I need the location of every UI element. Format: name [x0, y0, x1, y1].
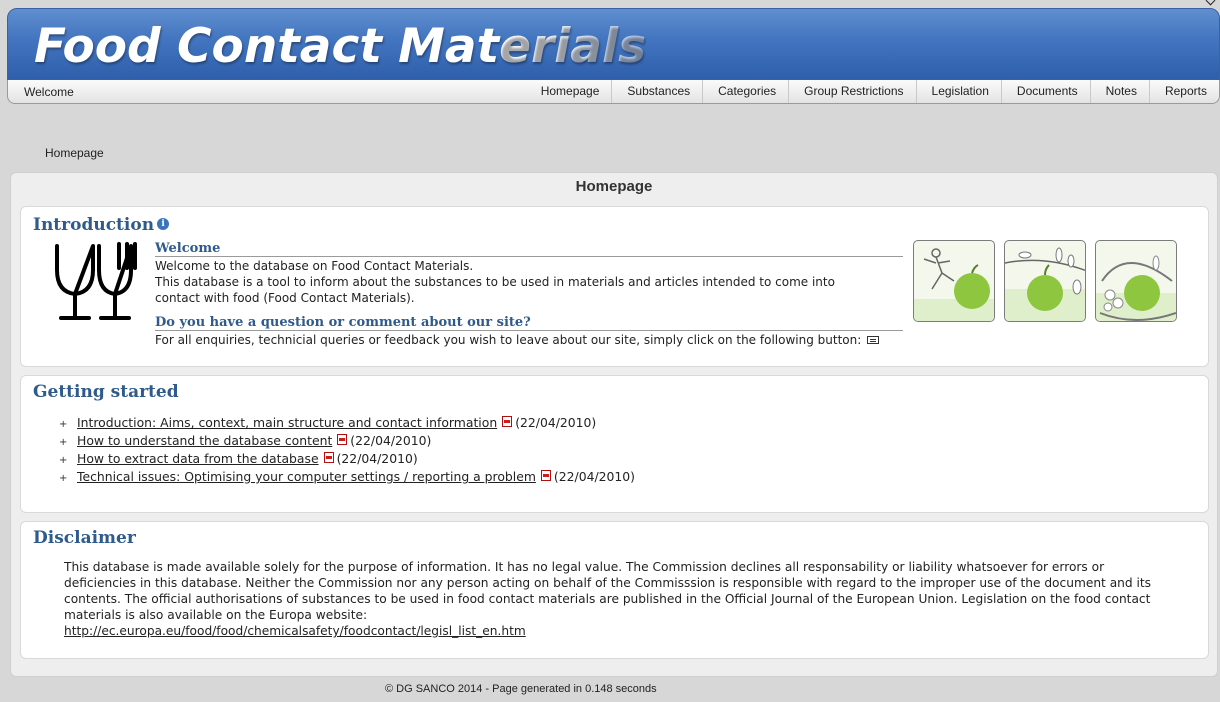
- mail-icon[interactable]: [867, 335, 880, 344]
- window-corner-icon: [1205, 0, 1216, 6]
- doc-link-understand-content[interactable]: How to understand the database content: [77, 433, 332, 448]
- site-title-main: Food Contact Mat: [34, 19, 500, 74]
- nav-substances[interactable]: Substances: [611, 80, 702, 103]
- doc-link-technical-issues[interactable]: Technical issues: Optimising your comput…: [77, 469, 536, 484]
- welcome-line-2: This database is a tool to inform about …: [155, 275, 835, 305]
- nav-homepage[interactable]: Homepage: [526, 80, 612, 103]
- bullet-plus: +: [59, 473, 68, 484]
- list-item: + How to understand the database content(…: [59, 432, 635, 450]
- doc-link-introduction[interactable]: Introduction: Aims, context, main struct…: [77, 415, 497, 430]
- glass-fork-icon: [55, 242, 137, 320]
- nav-legislation[interactable]: Legislation: [915, 80, 1001, 103]
- disclaimer-heading: Disclaimer: [33, 528, 136, 548]
- introduction-section: Introduction i Welcome Welcome to the dat…: [20, 206, 1209, 367]
- pdf-icon[interactable]: [323, 452, 334, 463]
- nav-documents[interactable]: Documents: [1000, 80, 1090, 103]
- page-title: Homepage: [575, 178, 653, 195]
- introduction-heading-text: Introduction: [33, 215, 155, 235]
- breadcrumb[interactable]: Homepage: [45, 146, 104, 160]
- main-navbar: Welcome Homepage Substances Categories G…: [7, 80, 1220, 104]
- site-logo-title: Food Contact Materials: [34, 19, 646, 74]
- doc-date: (22/04/2010): [553, 469, 636, 484]
- disclaimer-text-block: This database is made available solely f…: [64, 559, 1174, 639]
- welcome-block: Welcome Welcome to the database on Food …: [155, 241, 903, 306]
- list-item: + Introduction: Aims, context, main struc…: [59, 414, 635, 432]
- list-item: + Technical issues: Optimising your compu…: [59, 468, 635, 486]
- apple-branch-image: [1004, 240, 1086, 322]
- doc-link-extract-data[interactable]: How to extract data from the database: [77, 451, 319, 466]
- question-text: For all enquiries, technicial queries or…: [155, 333, 862, 347]
- question-text-row: For all enquiries, technicial queries or…: [155, 332, 903, 348]
- getting-started-section: Getting started + Introduction: Aims, con…: [20, 375, 1209, 513]
- apple-runner-image: [913, 240, 995, 322]
- getting-started-heading: Getting started: [33, 382, 179, 402]
- site-title-fade: erials: [499, 19, 647, 74]
- nav-reports[interactable]: Reports: [1148, 80, 1219, 103]
- nav-welcome: Welcome: [24, 85, 74, 99]
- welcome-line-1: Welcome to the database on Food Contact …: [155, 259, 474, 273]
- nav-links: Homepage Substances Categories Group Res…: [526, 80, 1219, 104]
- disclaimer-text: This database is made available solely f…: [64, 560, 1152, 622]
- pdf-icon[interactable]: [337, 434, 348, 445]
- question-heading: Do you have a question or comment about …: [155, 315, 903, 331]
- apple-basket-image: [1095, 240, 1177, 322]
- introduction-heading: Introduction i: [33, 215, 170, 235]
- disclaimer-section: Disclaimer This database is made availab…: [20, 521, 1209, 659]
- banner: Food Contact Materials: [7, 8, 1220, 80]
- europa-legislation-link[interactable]: http://ec.europa.eu/food/food/chemicalsa…: [64, 624, 526, 638]
- nav-group-restrictions[interactable]: Group Restrictions: [788, 80, 915, 103]
- site-header: Food Contact Materials Welcome Homepage …: [7, 8, 1220, 104]
- getting-started-list: + Introduction: Aims, context, main struc…: [59, 414, 635, 486]
- nav-categories[interactable]: Categories: [702, 80, 788, 103]
- pdf-icon[interactable]: [540, 470, 551, 481]
- question-block: Do you have a question or comment about …: [155, 315, 903, 348]
- pdf-icon[interactable]: [502, 416, 513, 427]
- footer-text: © DG SANCO 2014 - Page generated in 0.14…: [385, 683, 657, 695]
- info-icon[interactable]: i: [157, 217, 170, 230]
- nav-notes[interactable]: Notes: [1089, 80, 1149, 103]
- doc-date: (22/04/2010): [350, 433, 432, 448]
- doc-date: (22/04/2010): [336, 451, 418, 466]
- list-item: + How to extract data from the database (2…: [59, 450, 635, 468]
- doc-date: (22/04/2010): [515, 415, 597, 430]
- welcome-heading: Welcome: [155, 241, 903, 257]
- main-panel: Homepage Introduction i Welcome Welcome t…: [10, 172, 1218, 677]
